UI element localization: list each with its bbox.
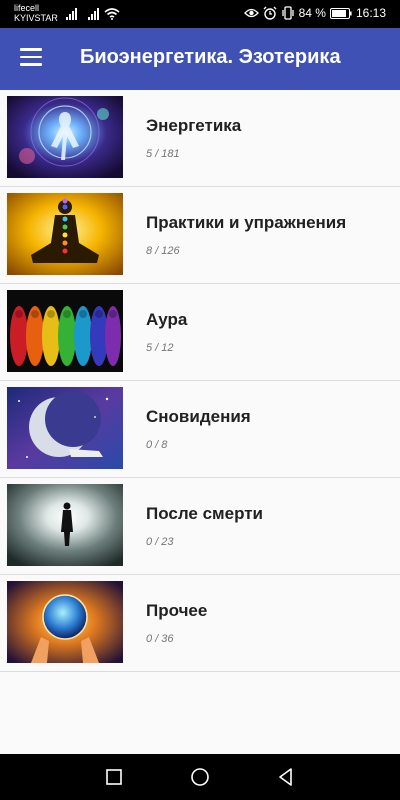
wifi-icon: [104, 8, 120, 20]
crescent-moon-sleeper-image: [7, 387, 123, 469]
signal-icon: [66, 8, 77, 20]
category-count: 0 / 36: [146, 633, 174, 645]
category-title: После смерти: [146, 504, 264, 523]
app-bar: Биоэнергетика. Эзотерика: [0, 28, 400, 90]
category-title: Практики и упражнения: [146, 213, 347, 232]
status-right-group: 84 % 16:13: [243, 6, 386, 20]
signal-icon: [88, 8, 99, 20]
clock: 16:13: [355, 6, 386, 20]
back-triangle-icon[interactable]: [276, 767, 296, 787]
battery-percent: 84 %: [298, 6, 326, 20]
status-bar: lifecell KYIVSTAR 84 % 16:13: [0, 0, 400, 28]
category-count: 5 / 181: [146, 148, 180, 160]
category-title: Энергетика: [146, 116, 242, 135]
light-tunnel-figure-image: [7, 484, 123, 566]
recents-square-icon[interactable]: [104, 767, 124, 787]
carrier-2: KYIVSTAR: [14, 13, 58, 23]
category-row-aura[interactable]: Аура 5 / 12: [0, 284, 400, 381]
rainbow-aura-figures-image: [7, 290, 123, 372]
category-row-energy[interactable]: Энергетика 5 / 181: [0, 90, 400, 187]
meditation-chakras-image: [7, 193, 123, 275]
category-row-after-death[interactable]: После смерти 0 / 23: [0, 478, 400, 575]
hamburger-menu-icon[interactable]: [20, 48, 42, 66]
category-count: 0 / 8: [146, 439, 168, 451]
category-row-practices[interactable]: Практики и упражнения 8 / 126: [0, 187, 400, 284]
battery-icon: [329, 7, 352, 19]
system-nav-bar: [0, 754, 400, 800]
energy-aura-figure-image: [7, 96, 123, 178]
category-row-other[interactable]: Прочее 0 / 36: [0, 575, 400, 672]
category-title: Прочее: [146, 601, 208, 620]
app-title: Биоэнергетика. Эзотерика: [80, 46, 341, 68]
category-count: 5 / 12: [146, 342, 174, 354]
category-list: Энергетика 5 / 181 Практики и упражнения…: [0, 90, 400, 672]
category-title: Аура: [146, 310, 188, 329]
hands-holding-sphere-image: [7, 581, 123, 663]
eye-icon: [243, 8, 259, 18]
carrier-labels: lifecell KYIVSTAR: [14, 3, 58, 23]
vibrate-icon: [281, 6, 294, 20]
alarm-icon: [263, 6, 277, 20]
carrier-1: lifecell: [14, 3, 40, 13]
category-count: 0 / 23: [146, 536, 174, 548]
home-circle-icon[interactable]: [190, 767, 210, 787]
category-count: 8 / 126: [146, 245, 180, 257]
category-title: Сновидения: [146, 407, 251, 426]
category-row-dreams[interactable]: Сновидения 0 / 8: [0, 381, 400, 478]
